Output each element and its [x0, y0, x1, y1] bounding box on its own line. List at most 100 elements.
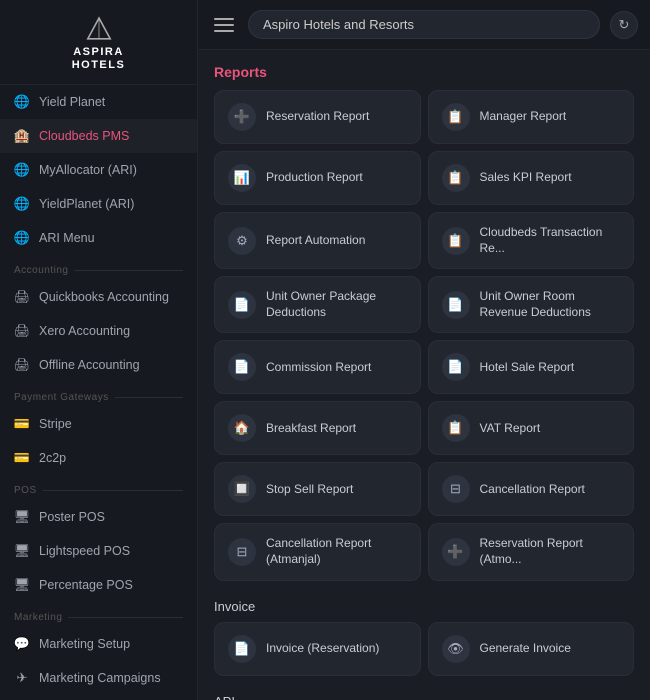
section-label-pos: POS — [0, 475, 197, 500]
sidebar-label-lightspeed-pos: Lightspeed POS — [39, 544, 130, 558]
production-report-icon: 📊 — [228, 164, 256, 192]
reports-title: Reports — [214, 64, 634, 80]
logo-area: ASPIRA HOTELS — [0, 0, 197, 85]
sidebar-item-quickbooks[interactable]: 🖨 Quickbooks Accounting — [0, 280, 197, 314]
content-area: Reports ➕ Reservation Report 📋 Manager R… — [198, 50, 650, 700]
card-breakfast-report[interactable]: 🏠 Breakfast Report — [214, 401, 421, 455]
stripe-icon: 💳 — [14, 416, 30, 432]
reports-grid: ➕ Reservation Report 📋 Manager Report 📊 … — [214, 90, 634, 581]
manager-report-icon: 📋 — [442, 103, 470, 131]
percentage-pos-icon: 🖥 — [14, 577, 30, 593]
marketing-setup-icon: 💬 — [14, 636, 30, 652]
card-label-unit-owner-room: Unit Owner Room Revenue Deductions — [480, 289, 621, 320]
cancellation-atmanjal-icon: ⊟ — [228, 538, 256, 566]
cloudbeds-transaction-icon: 📋 — [442, 227, 470, 255]
card-sales-kpi-report[interactable]: 📋 Sales KPI Report — [428, 151, 635, 205]
sidebar-item-2c2p[interactable]: 💳 2c2p — [0, 441, 197, 475]
sidebar-item-percentage-pos[interactable]: 🖥 Percentage POS — [0, 568, 197, 602]
sidebar-label-marketing-campaigns: Marketing Campaigns — [39, 671, 161, 685]
card-report-automation[interactable]: ⚙ Report Automation — [214, 212, 421, 269]
card-production-report[interactable]: 📊 Production Report — [214, 151, 421, 205]
card-label-commission-report: Commission Report — [266, 360, 371, 376]
sidebar-label-poster-pos: Poster POS — [39, 510, 105, 524]
card-label-hotel-sale-report: Hotel Sale Report — [480, 360, 575, 376]
card-label-vat-report: VAT Report — [480, 421, 541, 437]
card-reservation-atmo[interactable]: ➕ Reservation Report (Atmo... — [428, 523, 635, 580]
logo-text: ASPIRA HOTELS — [72, 46, 126, 72]
report-automation-icon: ⚙ — [228, 227, 256, 255]
card-label-breakfast-report: Breakfast Report — [266, 421, 356, 437]
sidebar-label-2c2p: 2c2p — [39, 451, 66, 465]
sidebar-label-yield-planet: Yield Planet — [39, 95, 105, 109]
myallocator-icon: 🌐 — [14, 162, 30, 178]
stop-sell-report-icon: 🔲 — [228, 475, 256, 503]
vat-report-icon: 📋 — [442, 414, 470, 442]
yieldplanet-ari-icon: 🌐 — [14, 196, 30, 212]
sales-kpi-report-icon: 📋 — [442, 164, 470, 192]
cloudbeds-pms-icon: 🏨 — [14, 128, 30, 144]
invoice-grid: 📄 Invoice (Reservation) 👁 Generate Invoi… — [214, 622, 634, 676]
card-manager-report[interactable]: 📋 Manager Report — [428, 90, 635, 144]
sidebar-item-myallocator[interactable]: 🌐 MyAllocator (ARI) — [0, 153, 197, 187]
yield-planet-icon: 🌐 — [14, 94, 30, 110]
unit-owner-room-icon: 📄 — [442, 291, 470, 319]
sidebar-item-marketing-campaigns[interactable]: ✈ Marketing Campaigns — [0, 661, 197, 695]
reports-section: Reports ➕ Reservation Report 📋 Manager R… — [214, 64, 634, 581]
sidebar-item-ari-menu[interactable]: 🌐 ARI Menu — [0, 221, 197, 255]
sidebar-label-myallocator: MyAllocator (ARI) — [39, 163, 137, 177]
topbar: ↻ — [198, 0, 650, 50]
ari-menu-icon: 🌐 — [14, 230, 30, 246]
card-unit-owner-room[interactable]: 📄 Unit Owner Room Revenue Deductions — [428, 276, 635, 333]
card-label-invoice-reservation: Invoice (Reservation) — [266, 641, 379, 657]
sidebar-label-cloudbeds-pms: Cloudbeds PMS — [39, 129, 129, 143]
card-vat-report[interactable]: 📋 VAT Report — [428, 401, 635, 455]
sidebar-item-xero[interactable]: 🖨 Xero Accounting — [0, 314, 197, 348]
sidebar-label-quickbooks: Quickbooks Accounting — [39, 290, 169, 304]
sidebar-item-marketing-setup[interactable]: 💬 Marketing Setup — [0, 627, 197, 661]
sidebar-label-xero: Xero Accounting — [39, 324, 130, 338]
offline-accounting-icon: 🖨 — [14, 357, 30, 373]
card-cancellation-atmanjal[interactable]: ⊟ Cancellation Report (Atmanjal) — [214, 523, 421, 580]
reservation-atmo-icon: ➕ — [442, 538, 470, 566]
marketing-campaigns-icon: ✈ — [14, 670, 30, 686]
sidebar-item-lightspeed-pos[interactable]: 🖥 Lightspeed POS — [0, 534, 197, 568]
api-title: API — [214, 694, 634, 700]
xero-icon: 🖨 — [14, 323, 30, 339]
card-reservation-report[interactable]: ➕ Reservation Report — [214, 90, 421, 144]
invoice-title: Invoice — [214, 599, 634, 614]
unit-owner-package-icon: 📄 — [228, 291, 256, 319]
quickbooks-icon: 🖨 — [14, 289, 30, 305]
sidebar-item-yieldplanet-ari[interactable]: 🌐 YieldPlanet (ARI) — [0, 187, 197, 221]
card-label-cancellation-atmanjal: Cancellation Report (Atmanjal) — [266, 536, 407, 567]
card-generate-invoice[interactable]: 👁 Generate Invoice — [428, 622, 635, 676]
sidebar-label-ari-menu: ARI Menu — [39, 231, 95, 245]
search-input[interactable] — [263, 17, 585, 32]
lightspeed-pos-icon: 🖥 — [14, 543, 30, 559]
section-label-accounting: Accounting — [0, 255, 197, 280]
sidebar-item-offline-accounting[interactable]: 🖨 Offline Accounting — [0, 348, 197, 382]
refresh-button[interactable]: ↻ — [610, 11, 638, 39]
hotel-sale-report-icon: 📄 — [442, 353, 470, 381]
sidebar-item-yield-planet[interactable]: 🌐 Yield Planet — [0, 85, 197, 119]
card-label-unit-owner-package: Unit Owner Package Deductions — [266, 289, 407, 320]
section-label-payment-gateways: Payment Gateways — [0, 382, 197, 407]
hamburger-button[interactable] — [210, 11, 238, 39]
section-label-marketing: Marketing — [0, 602, 197, 627]
sidebar-item-poster-pos[interactable]: 🖥 Poster POS — [0, 500, 197, 534]
reservation-report-icon: ➕ — [228, 103, 256, 131]
card-cloudbeds-transaction[interactable]: 📋 Cloudbeds Transaction Re... — [428, 212, 635, 269]
sidebar-item-stripe[interactable]: 💳 Stripe — [0, 407, 197, 441]
sidebar-item-cloudbeds-pms[interactable]: 🏨 Cloudbeds PMS — [0, 119, 197, 153]
invoice-reservation-icon: 📄 — [228, 635, 256, 663]
breakfast-report-icon: 🏠 — [228, 414, 256, 442]
card-commission-report[interactable]: 📄 Commission Report — [214, 340, 421, 394]
card-label-production-report: Production Report — [266, 170, 363, 186]
card-cancellation-report[interactable]: ⊟ Cancellation Report — [428, 462, 635, 516]
card-unit-owner-package[interactable]: 📄 Unit Owner Package Deductions — [214, 276, 421, 333]
main-area: ↻ Reports ➕ Reservation Report 📋 Manager… — [198, 0, 650, 700]
card-stop-sell-report[interactable]: 🔲 Stop Sell Report — [214, 462, 421, 516]
search-bar — [248, 10, 600, 39]
card-invoice-reservation[interactable]: 📄 Invoice (Reservation) — [214, 622, 421, 676]
card-hotel-sale-report[interactable]: 📄 Hotel Sale Report — [428, 340, 635, 394]
card-label-stop-sell-report: Stop Sell Report — [266, 482, 353, 498]
